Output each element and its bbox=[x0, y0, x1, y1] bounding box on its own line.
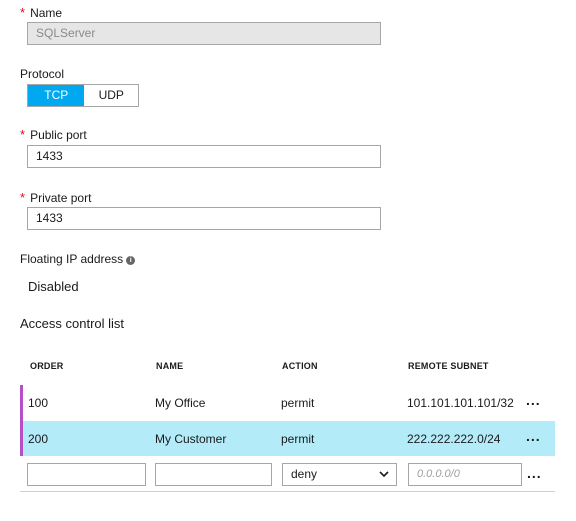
column-header-order: ORDER bbox=[30, 361, 64, 371]
new-action-select[interactable]: deny bbox=[282, 463, 397, 486]
public-port-label: * Public port bbox=[20, 127, 87, 142]
public-port-input[interactable]: 1433 bbox=[27, 145, 381, 168]
required-asterisk: * bbox=[20, 190, 26, 205]
new-action-value: deny bbox=[291, 467, 318, 481]
more-options-icon[interactable]: ... bbox=[526, 392, 541, 408]
chevron-down-icon bbox=[379, 471, 389, 478]
column-header-remote-subnet: REMOTE SUBNET bbox=[408, 361, 489, 371]
floating-ip-value: Disabled bbox=[28, 279, 79, 294]
row-name: My Office bbox=[155, 396, 206, 410]
info-icon[interactable]: i bbox=[126, 256, 136, 265]
private-port-input[interactable]: 1433 bbox=[27, 207, 381, 230]
protocol-tcp-option[interactable]: TCP bbox=[28, 85, 85, 106]
new-order-input[interactable] bbox=[27, 463, 146, 486]
protocol-udp-option[interactable]: UDP bbox=[84, 85, 138, 106]
table-row-selected[interactable]: 200 My Customer permit 222.222.222.0/24 … bbox=[20, 421, 555, 456]
column-header-action: ACTION bbox=[282, 361, 318, 371]
row-order: 100 bbox=[28, 396, 49, 410]
row-remote-subnet: 101.101.101.101/32 bbox=[407, 396, 514, 410]
table-bottom-divider bbox=[20, 491, 555, 492]
new-remote-subnet-input[interactable]: 0.0.0.0/0 bbox=[408, 463, 522, 486]
acl-title: Access control list bbox=[20, 316, 125, 331]
required-asterisk: * bbox=[20, 127, 26, 142]
row-order: 200 bbox=[28, 432, 49, 446]
row-action: permit bbox=[281, 396, 315, 410]
column-header-name: NAME bbox=[156, 361, 184, 371]
private-port-label: * Private port bbox=[20, 190, 92, 205]
new-name-input[interactable] bbox=[155, 463, 272, 486]
name-input[interactable]: SQLServer bbox=[27, 22, 381, 45]
name-label: * Name bbox=[20, 5, 63, 20]
protocol-label: Protocol bbox=[20, 67, 65, 81]
required-asterisk: * bbox=[20, 5, 26, 20]
row-name: My Customer bbox=[155, 432, 227, 446]
table-row[interactable]: 100 My Office permit 101.101.101.101/32 … bbox=[20, 385, 555, 421]
floating-ip-label: Floating IP address i bbox=[20, 252, 136, 266]
protocol-toggle[interactable]: TCP UDP bbox=[27, 84, 139, 107]
remote-subnet-placeholder: 0.0.0.0/0 bbox=[417, 468, 460, 480]
more-options-icon[interactable]: ... bbox=[527, 465, 542, 481]
row-remote-subnet: 222.222.222.0/24 bbox=[407, 432, 501, 446]
more-options-icon[interactable]: ... bbox=[526, 428, 541, 444]
row-action: permit bbox=[281, 432, 315, 446]
